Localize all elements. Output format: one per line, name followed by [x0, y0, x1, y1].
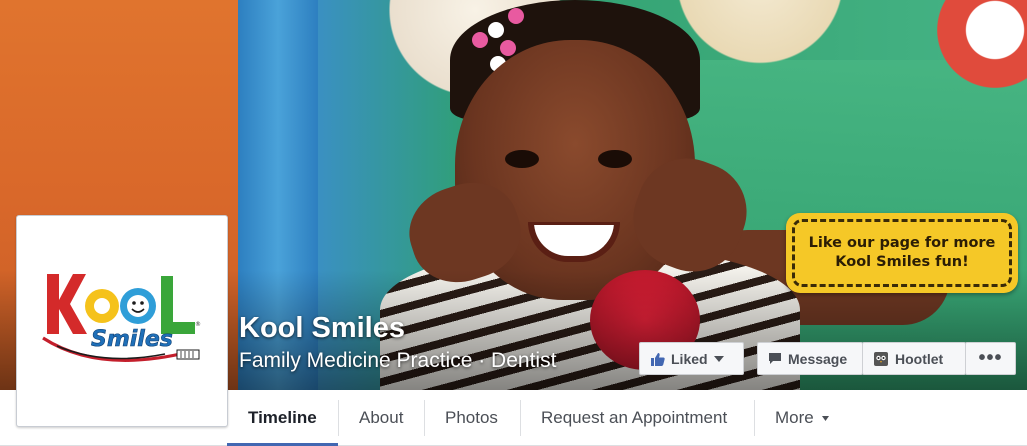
hootlet-button-label: Hootlet — [895, 350, 944, 367]
caret-down-icon — [713, 355, 724, 362]
page-category: Family Medicine Practice · Dentist — [239, 349, 557, 372]
promo-sticker-text: Like our page for more Kool Smiles fun! — [809, 234, 996, 272]
svg-text:®: ® — [195, 321, 201, 328]
promo-sticker-border: Like our page for more Kool Smiles fun! — [792, 219, 1012, 287]
more-options-button[interactable]: ••• — [965, 342, 1016, 375]
tab-about-label: About — [359, 408, 404, 427]
message-button-label: Message — [788, 350, 848, 367]
cover-hair-bead — [472, 32, 488, 48]
cover-child-eye — [505, 150, 539, 168]
hootlet-button[interactable]: Hootlet — [862, 342, 966, 375]
profile-picture[interactable]: Smiles ® — [16, 215, 228, 427]
tab-about[interactable]: About — [338, 390, 424, 446]
tab-photos[interactable]: Photos — [424, 390, 519, 446]
caret-down-icon — [821, 415, 829, 421]
cover-child-eye — [598, 150, 632, 168]
message-button[interactable]: Message — [757, 342, 863, 375]
kool-smiles-logo: Smiles ® — [42, 274, 201, 362]
promo-line-2: Kool Smiles fun! — [835, 254, 969, 270]
cover-hair-bead — [500, 40, 516, 56]
svg-text:Smiles: Smiles — [91, 327, 173, 352]
owl-icon — [873, 351, 889, 367]
tab-timeline[interactable]: Timeline — [227, 390, 338, 446]
more-options-label: ••• — [978, 347, 1003, 369]
speech-bubble-icon — [768, 352, 782, 365]
tab-request-appointment-label: Request an Appointment — [541, 408, 728, 427]
profile-picture-inner: Smiles ® — [21, 220, 223, 422]
tab-timeline-label: Timeline — [248, 408, 317, 427]
cover-hair-bead — [508, 8, 524, 24]
tab-request-appointment[interactable]: Request an Appointment — [520, 390, 748, 446]
cover-hair-bead — [488, 22, 504, 38]
promo-sticker: Like our page for more Kool Smiles fun! — [786, 213, 1018, 293]
liked-button-label: Liked — [671, 350, 708, 367]
promo-line-1: Like our page for more — [808, 235, 996, 251]
thumbs-up-icon — [650, 352, 665, 366]
tab-photos-label: Photos — [445, 408, 498, 427]
page-title[interactable]: Kool Smiles — [239, 312, 405, 345]
tab-more[interactable]: More — [754, 390, 850, 446]
tab-more-label: More — [775, 408, 814, 427]
liked-button[interactable]: Liked — [639, 342, 744, 375]
